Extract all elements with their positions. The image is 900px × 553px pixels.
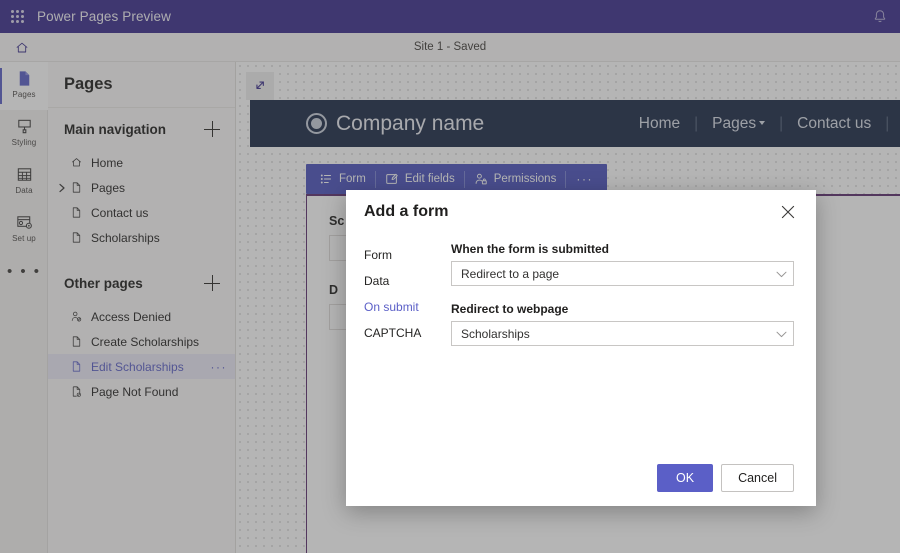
redirect-webpage-select[interactable]: Scholarships — [451, 321, 794, 346]
add-a-form-dialog: Add a form Form Data On submit CAPTCHA W… — [346, 190, 816, 506]
dialog-nav-captcha[interactable]: CAPTCHA — [364, 320, 451, 346]
chevron-down-icon — [776, 267, 787, 281]
dialog-step-nav: Form Data On submit CAPTCHA — [346, 242, 451, 450]
when-submitted-label: When the form is submitted — [451, 242, 794, 256]
dialog-footer: OK Cancel — [346, 450, 816, 506]
dialog-nav-on-submit[interactable]: On submit — [364, 294, 451, 320]
close-icon[interactable] — [774, 198, 802, 226]
redirect-webpage-label: Redirect to webpage — [451, 302, 794, 316]
when-submitted-value: Redirect to a page — [461, 267, 776, 281]
when-submitted-select[interactable]: Redirect to a page — [451, 261, 794, 286]
cancel-button[interactable]: Cancel — [721, 464, 794, 492]
redirect-webpage-value: Scholarships — [461, 327, 776, 341]
power-pages-design-studio: Power Pages Preview Site 1 - Saved — [0, 0, 900, 553]
ok-button[interactable]: OK — [657, 464, 713, 492]
dialog-nav-form[interactable]: Form — [364, 242, 451, 268]
dialog-body: Form Data On submit CAPTCHA When the for… — [346, 233, 816, 450]
chevron-down-icon — [776, 327, 787, 341]
dialog-main-pane: When the form is submitted Redirect to a… — [451, 242, 816, 450]
dialog-nav-data[interactable]: Data — [364, 268, 451, 294]
dialog-header: Add a form — [346, 190, 816, 233]
dialog-title: Add a form — [364, 203, 448, 221]
